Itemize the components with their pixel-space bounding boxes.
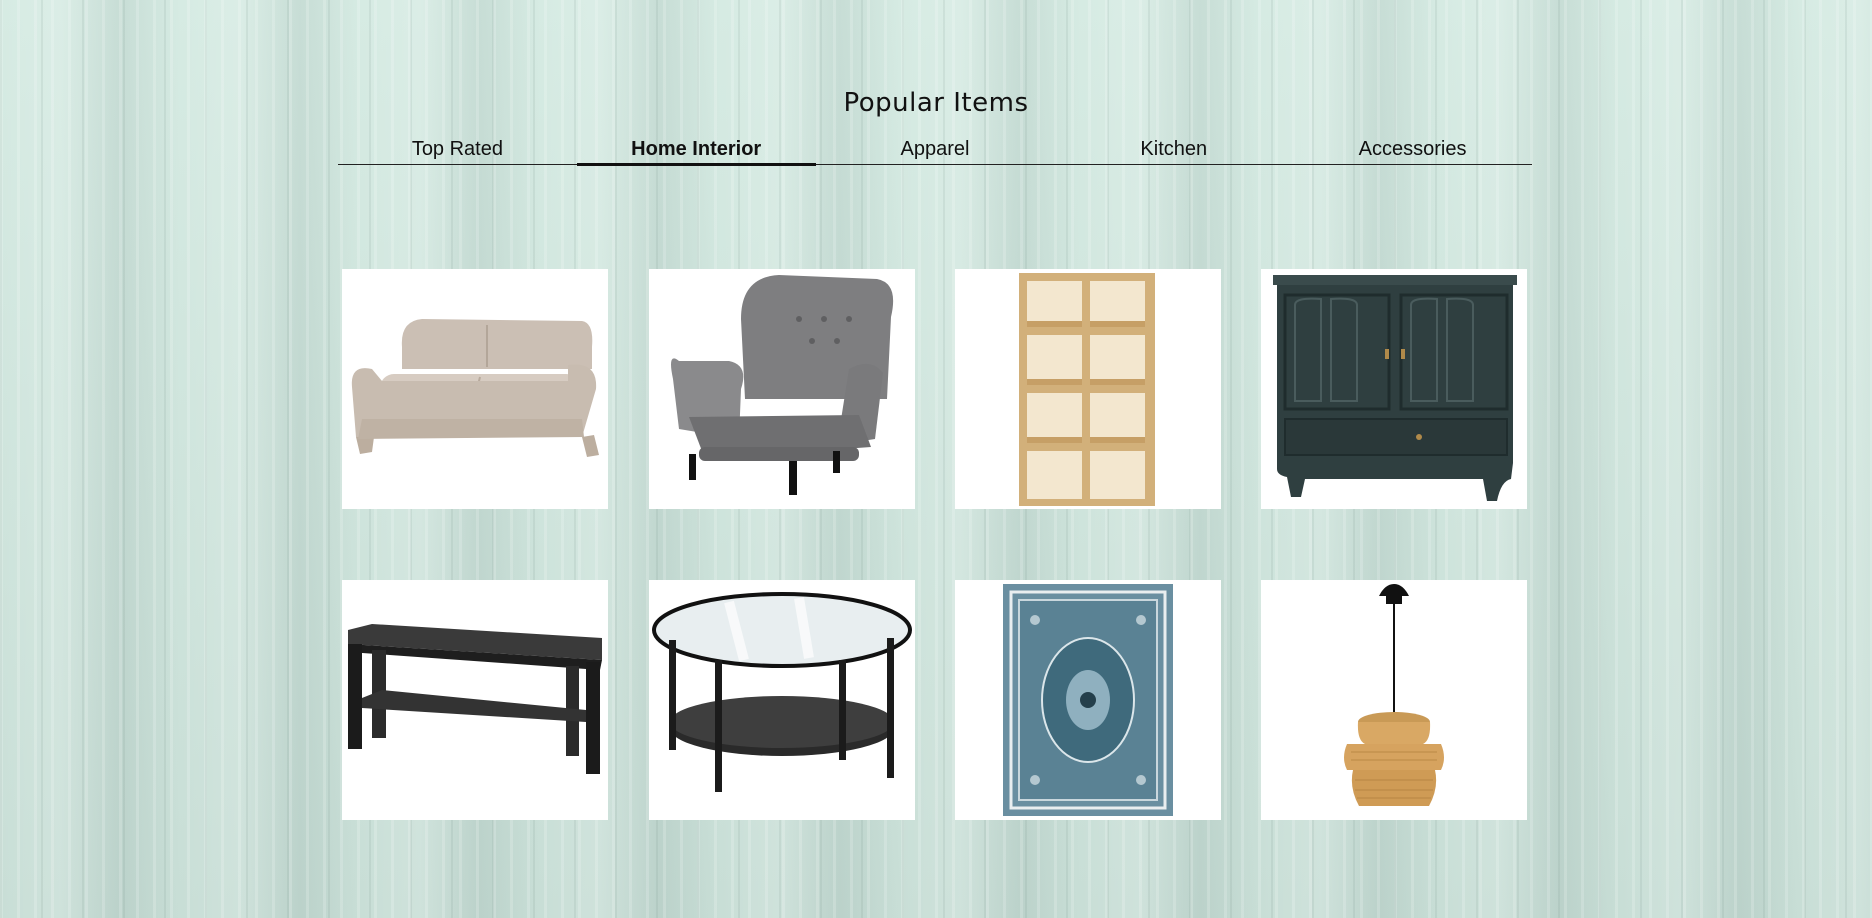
page-title: Popular Items <box>843 88 1029 118</box>
product-card-bookshelf[interactable] <box>955 269 1221 509</box>
category-tabs: Top Rated Home Interior Apparel Kitchen … <box>338 134 1532 166</box>
product-card-tv-bench[interactable] <box>342 580 608 820</box>
armchair-icon <box>671 275 894 495</box>
product-card-rug[interactable] <box>955 580 1221 820</box>
coffee-table-icon <box>652 592 912 792</box>
bookshelf-icon <box>1019 273 1155 506</box>
product-card-armchair[interactable] <box>649 269 915 509</box>
cabinet-icon <box>1273 275 1517 501</box>
sofa-icon <box>351 319 599 457</box>
product-card-cabinet[interactable] <box>1261 269 1527 509</box>
product-card-pendant-lamp[interactable] <box>1261 580 1527 820</box>
tab-apparel[interactable]: Apparel <box>816 134 1055 164</box>
tab-top-rated[interactable]: Top Rated <box>338 134 577 164</box>
tab-home-interior[interactable]: Home Interior <box>576 134 816 166</box>
rug-icon <box>1003 584 1173 816</box>
tab-accessories[interactable]: Accessories <box>1293 134 1532 164</box>
product-card-sofa[interactable] <box>342 269 608 509</box>
product-card-coffee-table[interactable] <box>649 580 915 820</box>
tv-bench-icon <box>348 624 602 774</box>
pendant-lamp-icon <box>1344 584 1444 806</box>
tab-kitchen[interactable]: Kitchen <box>1054 134 1293 164</box>
